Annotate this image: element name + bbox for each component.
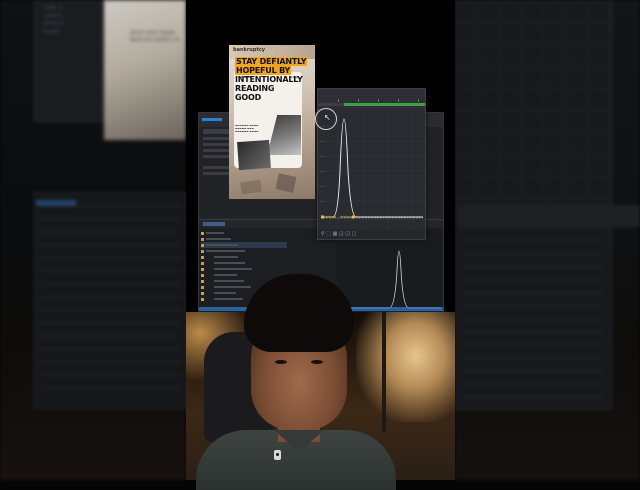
poster-stamp <box>275 173 297 193</box>
poster-photo-small <box>237 139 271 171</box>
headline-line-3: INTENTIONALLY <box>235 75 303 84</box>
bg-list-item: Layers <box>44 13 63 19</box>
bg-photo-text-2: Read this week's ne <box>130 37 180 43</box>
headline-line-1: STAY DEFIANTLY <box>235 57 308 66</box>
webcam-feed <box>186 274 455 490</box>
microphone-icon <box>274 450 281 460</box>
headline-line-4: READING <box>235 84 275 93</box>
svg-text:———: ——— <box>320 169 326 173</box>
bg-photo-copy: Good news happe Read this week's ne <box>104 0 186 140</box>
svg-text:———: ——— <box>320 199 326 203</box>
bg-graph-toolbar <box>455 205 640 227</box>
headline-line-5: GOOD <box>235 93 262 102</box>
bg-list-item: Comp 1 <box>44 5 63 11</box>
headline-line-2: HOPEFUL BY <box>235 66 292 75</box>
bg-timeline-rows <box>463 240 603 400</box>
graph-editor-header <box>318 89 425 111</box>
svg-text:———: ——— <box>320 154 326 158</box>
bg-list-item: Graph <box>44 29 60 35</box>
work-area-bar[interactable] <box>344 103 425 106</box>
bg-photo-text-1: Good news happe <box>130 30 175 36</box>
value-graph[interactable]: ————————— ————————— <box>318 111 425 229</box>
graph-editor-toolbar[interactable]: ⚲ ⬚ ▦ ◫ ◲ ▢ <box>318 229 425 239</box>
blurred-background-right <box>455 0 640 480</box>
bg-list: Comp 1 Layers Effects Graph <box>44 4 65 36</box>
timeline-graph-curve <box>337 250 441 309</box>
light-stand <box>382 312 386 432</box>
keyframe-end <box>352 215 355 219</box>
bg-timeline-tab <box>36 200 76 206</box>
timeline-graph[interactable] <box>337 230 441 310</box>
poster-thumbnail: bankruptcy ▬▬▬▬▬ ▬▬▬ STAY DEFIANTLY HOPE… <box>229 45 315 199</box>
svg-text:———: ——— <box>320 184 326 188</box>
poster-top-text: bankruptcy <box>233 47 266 53</box>
bg-graph-grid <box>455 0 610 205</box>
poster-body-text: ▬▬▬▬▬▬ ▬▬▬▬ ▬▬▬▬▬ ▬▬▬ ▬▬▬▬▬▬ ▬▬▬▬ <box>235 124 259 134</box>
video-frame: ——— ——— ——— ——— ——— ——— ⚲ ⬚ ▦ ◫ ◲ ▢ ↖ bankru… <box>186 0 455 490</box>
blurred-background-left: Good news happe Read this week's ne Comp… <box>0 0 188 480</box>
cursor-circle-icon: ↖ <box>315 108 337 130</box>
bg-timeline-rows <box>40 205 180 395</box>
background-lamp <box>356 312 455 422</box>
poster-stamp <box>240 179 262 195</box>
svg-text:———: ——— <box>320 139 326 143</box>
bg-list-item: Effects <box>44 21 66 27</box>
poster-headline: STAY DEFIANTLY HOPEFUL BY INTENTIONALLY … <box>235 57 308 102</box>
keyframe-start <box>321 215 324 219</box>
